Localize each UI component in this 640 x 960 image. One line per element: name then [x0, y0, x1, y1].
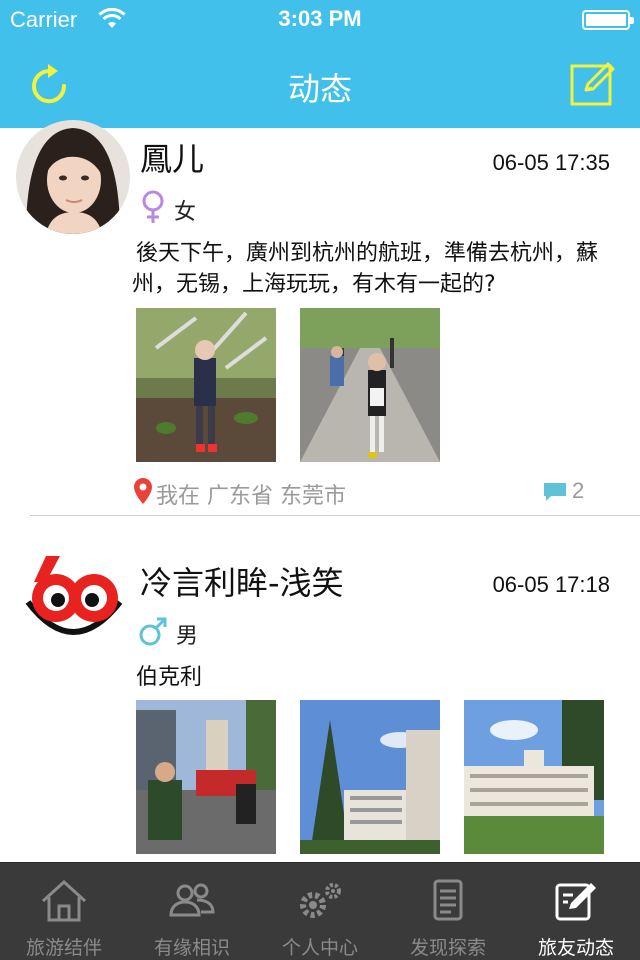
status-bar: Carrier 3:03 PM	[0, 0, 640, 40]
post-photo[interactable]	[300, 700, 440, 854]
post-content: 伯克利	[136, 665, 203, 690]
post-author-name[interactable]: 冷言利眸-浅笑	[140, 558, 344, 604]
battery-icon	[582, 10, 634, 30]
post-photo[interactable]	[464, 700, 604, 854]
post-date: 06-05 17:18	[492, 572, 610, 597]
location-pin-icon	[134, 478, 152, 504]
edit-icon	[555, 883, 596, 921]
status-time: 3:03 PM	[278, 6, 362, 31]
feed-post[interactable]: 冷言利眸-浅笑 06-05 17:18 男 伯克利	[0, 516, 640, 862]
post-content: 後天下午，廣州到杭州的航班，準備去杭州，蘇州，无锡，上海玩玩，有木有一起的?	[132, 241, 599, 297]
avatar[interactable]	[16, 542, 130, 656]
tab-bar: 旅游结伴 有缘相识 个人中心 发现探索 旅友动态	[0, 862, 640, 960]
gears-icon	[300, 883, 341, 918]
comment-icon[interactable]	[542, 482, 568, 502]
post-location: 我在 广东省 东莞市	[156, 484, 346, 509]
tab-label: 旅游结伴	[25, 937, 102, 959]
post-author-name[interactable]: 鳳儿	[140, 134, 204, 180]
post-date: 06-05 17:35	[492, 150, 610, 175]
avatar[interactable]	[16, 120, 130, 234]
top-bar: Carrier 3:03 PM 动态	[0, 0, 640, 128]
home-icon	[41, 879, 87, 922]
tab-label: 旅友动态	[537, 937, 614, 959]
post-photo[interactable]	[136, 700, 276, 854]
tab-meet-people[interactable]: 有缘相识	[128, 863, 256, 960]
gender-label: 女	[174, 200, 197, 225]
post-photo[interactable]	[136, 308, 276, 462]
tab-travel-companion[interactable]: 旅游结伴	[0, 863, 128, 960]
male-icon	[139, 617, 167, 646]
tab-personal-center[interactable]: 个人中心	[256, 863, 384, 960]
feed-post[interactable]: 鳳儿 06-05 17:35 女 後天下午，廣州到杭州的航班，準備去杭州，蘇州，…	[0, 120, 640, 516]
document-icon	[433, 879, 463, 921]
tab-discover[interactable]: 发现探索	[384, 863, 512, 960]
compose-icon[interactable]	[570, 58, 618, 106]
tab-label: 个人中心	[281, 937, 358, 959]
tab-label: 发现探索	[409, 937, 486, 959]
gender-label: 男	[176, 624, 199, 649]
page-title: 动态	[287, 70, 352, 108]
people-icon	[169, 883, 215, 917]
tab-traveler-feed[interactable]: 旅友动态	[512, 863, 640, 960]
female-icon	[142, 190, 164, 223]
comment-count[interactable]: 2	[572, 478, 584, 504]
post-photo[interactable]	[300, 308, 440, 462]
tab-label: 有缘相识	[153, 937, 230, 959]
